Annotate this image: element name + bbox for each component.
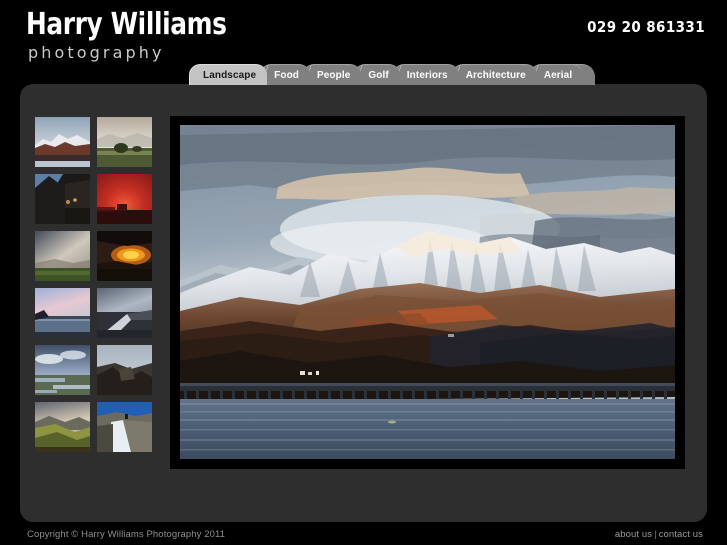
tab-label: Landscape <box>203 70 257 81</box>
thumbnail-image <box>97 231 152 281</box>
thumbnail-image <box>35 345 90 395</box>
thumbnail-item[interactable] <box>97 117 152 167</box>
tab-label: Architecture <box>465 70 526 81</box>
tab-interiors[interactable]: Interiors <box>392 64 459 85</box>
thumbnail-item[interactable] <box>97 174 152 224</box>
main-image-frame[interactable] <box>170 116 685 469</box>
about-us-link[interactable]: about us <box>615 529 652 540</box>
thumbnail-image <box>35 117 90 167</box>
site-header: Harry Williams photography 029 20 861331… <box>0 0 727 85</box>
logo-subtitle: photography <box>28 43 165 62</box>
tab-aerial[interactable]: Aerial <box>529 64 584 85</box>
thumbnail-image <box>35 174 90 224</box>
thumbnail-grid <box>35 117 165 452</box>
thumbnail-image <box>97 288 152 338</box>
footer-links: about us | contact us <box>615 529 703 540</box>
site-logo[interactable]: Harry Williams photography <box>26 9 326 63</box>
tab-label: Food <box>274 70 299 81</box>
tab-label: Interiors <box>406 70 448 81</box>
thumbnail-image <box>35 288 90 338</box>
copyright-text: Copyright © Harry Williams Photography 2… <box>27 529 226 540</box>
gallery-panel <box>20 84 707 522</box>
tab-landscape[interactable]: Landscape <box>189 64 268 85</box>
thumbnail-item[interactable] <box>35 117 90 167</box>
tab-label: People <box>317 70 351 81</box>
thumbnail-image <box>35 402 90 452</box>
tab-label: Golf <box>368 70 389 81</box>
thumbnail-item[interactable] <box>35 231 90 281</box>
thumbnail-image <box>97 174 152 224</box>
contact-us-link[interactable]: contact us <box>659 529 703 540</box>
logo-title: Harry Williams <box>26 7 227 42</box>
thumbnail-image <box>97 117 152 167</box>
site-footer: Copyright © Harry Williams Photography 2… <box>0 524 727 545</box>
thumbnail-item[interactable] <box>35 345 90 395</box>
thumbnail-item[interactable] <box>35 174 90 224</box>
footer-separator: | <box>654 529 657 540</box>
tab-people[interactable]: People <box>303 64 362 85</box>
thumbnail-item[interactable] <box>35 402 90 452</box>
main-image <box>180 125 675 459</box>
thumbnail-item[interactable] <box>97 231 152 281</box>
main-navigation: Landscape Food People Golf Interiors Arc… <box>189 64 596 85</box>
phone-number: 029 20 861331 <box>587 18 705 36</box>
thumbnail-item[interactable] <box>35 288 90 338</box>
thumbnail-image <box>97 402 152 452</box>
thumbnail-item[interactable] <box>97 288 152 338</box>
tab-label: Aerial <box>543 70 573 81</box>
tab-architecture[interactable]: Architecture <box>451 64 537 85</box>
main-photo-graphic <box>180 125 675 459</box>
tab-golf[interactable]: Golf <box>354 64 400 85</box>
tab-food[interactable]: Food <box>260 64 310 85</box>
thumbnail-image <box>35 231 90 281</box>
thumbnail-image <box>97 345 152 395</box>
thumbnail-item[interactable] <box>97 345 152 395</box>
thumbnail-item[interactable] <box>97 402 152 452</box>
